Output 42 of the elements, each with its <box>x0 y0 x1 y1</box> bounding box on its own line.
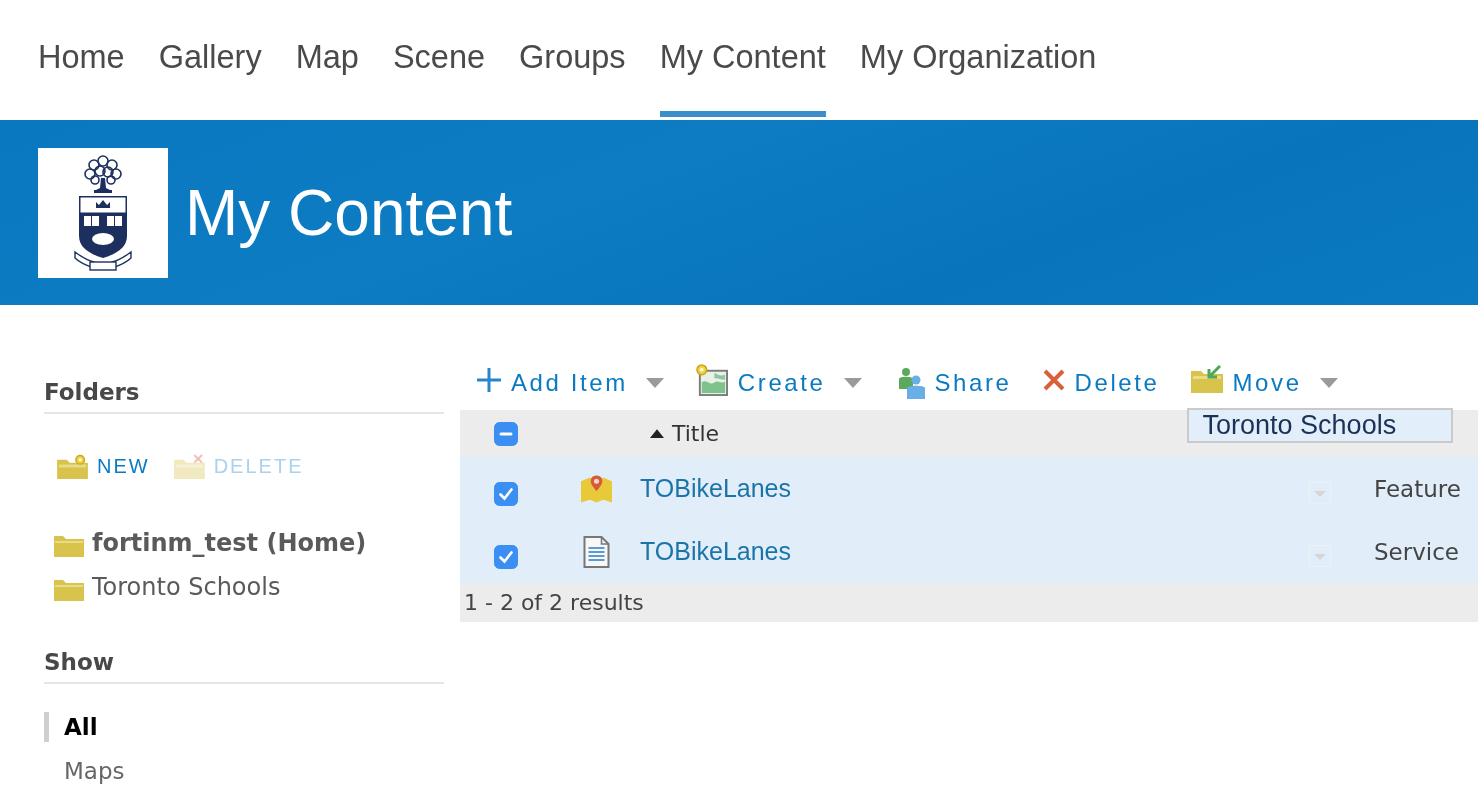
folder-gear-icon <box>57 453 88 479</box>
page-title: My Content <box>185 175 513 250</box>
folder-action-button[interactable]: NEW <box>57 451 150 481</box>
nav-tab[interactable]: My Organization <box>859 0 1097 117</box>
filter-link[interactable]: Maps <box>64 758 125 784</box>
menu-item[interactable]: Toronto Schools <box>1188 409 1451 441</box>
table-row[interactable]: TOBikeLanes Service <box>460 520 1478 583</box>
folder-icon <box>54 533 84 557</box>
nav-tab[interactable]: Scene <box>392 0 486 117</box>
folder-icon <box>54 577 84 601</box>
filter-link[interactable]: All <box>64 714 98 740</box>
map-picture-icon <box>694 363 728 396</box>
people-icon <box>896 366 925 399</box>
plus-icon <box>477 367 501 392</box>
item-title-link[interactable]: TOBikeLanes <box>640 474 791 502</box>
row-checkbox[interactable] <box>494 481 518 506</box>
nav-tab[interactable]: Gallery <box>158 0 262 117</box>
results-count: 1 - 2 of 2 results <box>464 590 644 615</box>
folder-arrow-icon <box>1190 364 1223 393</box>
folder-link[interactable]: fortinm_test (Home) <box>92 529 367 557</box>
show-heading: Show <box>44 648 114 677</box>
item-type: Service <box>1374 538 1459 565</box>
map-pin-icon <box>580 472 612 505</box>
table-row[interactable]: TOBikeLanes Feature <box>460 457 1478 520</box>
selection-indicator <box>44 712 49 742</box>
folder-x-icon <box>173 453 205 479</box>
item-title-link[interactable]: TOBikeLanes <box>640 537 791 565</box>
row-checkbox[interactable] <box>494 544 518 569</box>
toolbar-button[interactable]: Add Item <box>477 362 664 403</box>
x-icon <box>1042 368 1065 391</box>
nav-tab[interactable]: Map <box>295 0 359 117</box>
nav-tab[interactable]: Home <box>38 0 125 117</box>
toolbar-button[interactable]: Delete <box>1042 362 1160 403</box>
toolbar-button[interactable]: Move <box>1190 362 1338 403</box>
select-all-checkbox[interactable] <box>494 421 518 446</box>
folders-heading: Folders <box>44 378 140 407</box>
item-type: Feature <box>1374 475 1461 502</box>
toolbar-button[interactable]: Share <box>892 362 1012 403</box>
folder-link[interactable]: Toronto Schools <box>92 573 281 601</box>
nav-tab[interactable]: Groups <box>519 0 626 117</box>
toolbar-button[interactable]: Create <box>694 362 862 403</box>
title-column-header[interactable]: Title <box>650 421 720 446</box>
